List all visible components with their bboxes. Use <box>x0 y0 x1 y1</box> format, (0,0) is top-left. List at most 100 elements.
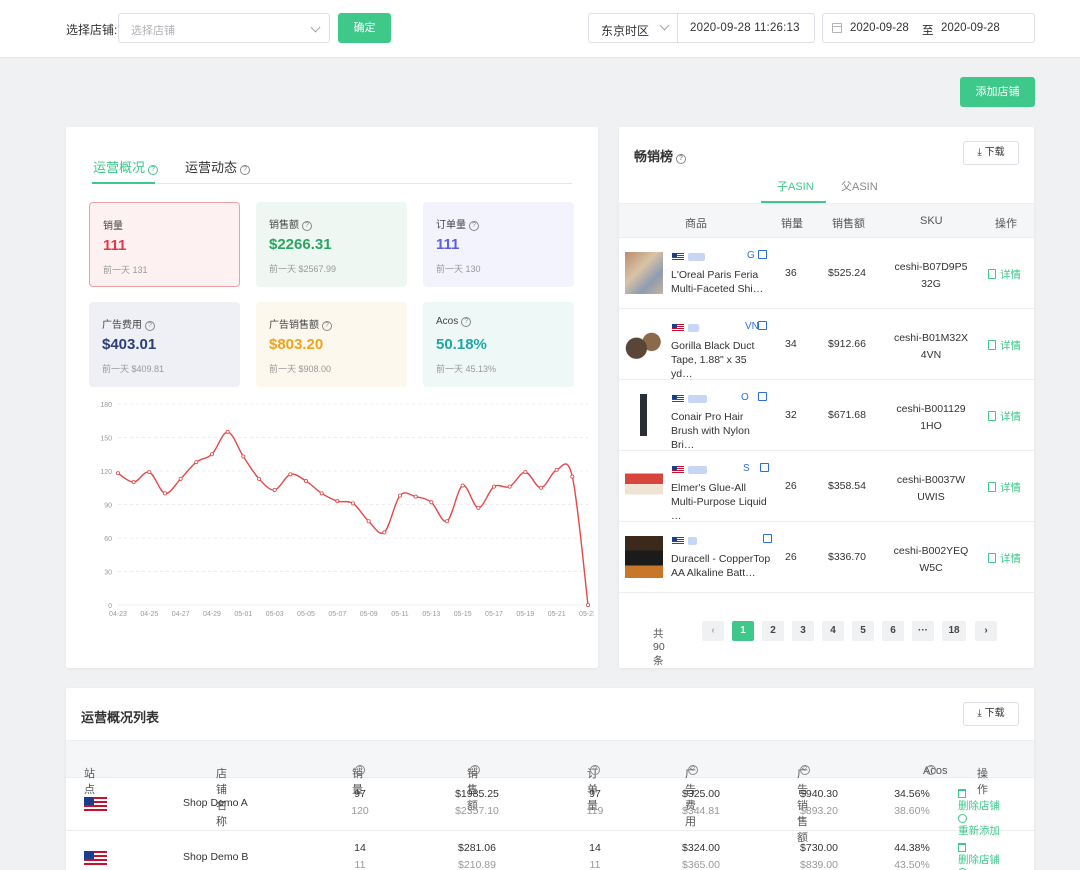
product-sku: ceshi-B001129 1HO <box>896 403 966 432</box>
page-button[interactable]: 5 <box>852 621 874 641</box>
timezone-value: 东京时区 <box>601 24 650 38</box>
page-button[interactable]: 4 <box>822 621 844 641</box>
calendar-icon <box>832 23 842 33</box>
product-qty: 36 <box>785 267 797 279</box>
x-tick-label: 05-13 <box>422 611 440 618</box>
data-point <box>570 474 575 479</box>
x-tick-label: 05-23 <box>579 611 594 618</box>
tab-overview-label: 运营概况 <box>93 160 146 175</box>
previous-value: $210.89 <box>458 859 496 870</box>
product-sales: $671.68 <box>828 409 866 421</box>
data-point <box>382 530 387 535</box>
external-link-icon[interactable] <box>758 250 767 259</box>
add-shop-button[interactable]: 添加店铺 <box>960 77 1035 107</box>
metric-title-text: 订单量 <box>436 220 466 231</box>
metric-card[interactable]: 订单量? 111 前一天 130 <box>423 202 574 287</box>
current-value: $324.00 <box>682 842 720 854</box>
details-link[interactable]: 详情 <box>988 409 1021 424</box>
data-point <box>397 493 402 498</box>
data-point <box>194 460 199 465</box>
product-thumbnail <box>625 465 663 507</box>
data-point <box>272 487 277 492</box>
previous-value: $893.20 <box>800 805 838 817</box>
list-row: Shop Demo A 97 120 $1985.25 $2357.10 97 119 $32… <box>66 778 1034 837</box>
next-page-button[interactable]: › <box>975 621 997 641</box>
x-tick-label: 05-01 <box>234 611 252 618</box>
range-end: 2020-09-28 <box>941 22 1000 34</box>
metric-value: 111 <box>103 237 127 254</box>
details-link[interactable]: 详情 <box>988 267 1021 282</box>
external-link-icon[interactable] <box>763 534 772 543</box>
sales-line-chart: 0 30 60 90 120 150 180 04-23 04-25 04-27 04-29 05-0… <box>100 402 594 618</box>
asin-suffix: G <box>747 250 755 261</box>
metric-title-text: 销售额 <box>269 220 299 231</box>
page-button[interactable]: 2 <box>762 621 784 641</box>
data-point <box>163 491 168 496</box>
page-button[interactable]: 18 <box>942 621 966 641</box>
datetime-display[interactable]: 2020-09-28 11:26:13 <box>678 13 815 43</box>
page-button[interactable]: 6 <box>882 621 904 641</box>
metric-card[interactable]: 广告费用? $403.01 前一天 $409.81 <box>89 302 240 387</box>
y-tick-label: 150 <box>100 436 112 443</box>
details-link[interactable]: 详情 <box>988 338 1021 353</box>
product-thumbnail <box>625 252 663 294</box>
external-link-icon[interactable] <box>758 321 767 330</box>
prev-page-button[interactable]: ‹ <box>702 621 724 641</box>
metric-card[interactable]: Acos? 50.18% 前一天 45.13% <box>423 302 574 387</box>
confirm-button[interactable]: 确定 <box>338 13 391 43</box>
current-value: 34.56% <box>894 788 930 800</box>
bestseller-download-button[interactable]: ⤓ 下载 <box>963 141 1019 165</box>
help-icon: ? <box>469 221 479 231</box>
details-link[interactable]: 详情 <box>988 480 1021 495</box>
list-download-button[interactable]: ⤓ 下载 <box>963 702 1019 726</box>
trash-icon <box>958 789 966 798</box>
previous-value: 119 <box>586 805 604 817</box>
tab-parent-asin[interactable]: 父ASIN <box>841 178 878 194</box>
external-link-icon[interactable] <box>758 392 767 401</box>
tab-activity[interactable]: 运营动态? <box>185 157 251 176</box>
product-thumbnail <box>625 536 663 578</box>
page-button[interactable]: 1 <box>732 621 754 641</box>
tab-overview[interactable]: 运营概况? <box>93 157 159 176</box>
product-sku: ceshi-B0037W UWIS <box>896 474 966 503</box>
metric-card[interactable]: 销量 111 前一天 131 <box>89 202 240 287</box>
data-point <box>241 454 246 459</box>
date-range-picker[interactable]: 2020-09-28 至 2020-09-28 <box>822 13 1035 43</box>
product-qty: 34 <box>785 338 797 350</box>
bestseller-title: 畅销榜? <box>634 146 687 165</box>
current-value: $940.30 <box>800 788 838 800</box>
external-link-icon[interactable] <box>760 463 769 472</box>
data-point <box>256 476 261 481</box>
shop-select[interactable]: 选择店铺 <box>118 13 330 43</box>
help-icon: ? <box>676 154 687 164</box>
page-button[interactable]: 3 <box>792 621 814 641</box>
metric-title-text: 销量 <box>103 221 123 232</box>
details-link[interactable]: 详情 <box>988 551 1021 566</box>
refresh-icon <box>958 814 967 823</box>
y-tick-label: 120 <box>100 469 112 476</box>
product-qty: 26 <box>785 480 797 492</box>
row-actions: 删除店铺重新添加 <box>958 843 1000 870</box>
bestseller-row: VN Gorilla Black Duct Tape, 1.88" x 35 yd… <box>619 309 1034 380</box>
product-sales: $525.24 <box>828 267 866 279</box>
data-point <box>366 519 371 524</box>
delete-shop-label: 删除店铺 <box>958 854 1000 866</box>
metric-title-text: Acos <box>436 316 459 327</box>
product-sku: ceshi-B01M32X 4VN <box>893 332 969 361</box>
previous-value: 38.60% <box>894 805 930 817</box>
previous-value: 11 <box>354 859 366 870</box>
metric-title-text: 广告费用 <box>102 320 142 331</box>
delete-shop-button[interactable]: 删除店铺 <box>958 843 1000 868</box>
delete-shop-button[interactable]: 删除店铺 <box>958 789 1000 814</box>
data-point <box>131 480 136 485</box>
tab-child-asin[interactable]: 子ASIN <box>777 178 814 194</box>
overview-tabs: 运营概况? 运营动态? <box>92 157 572 184</box>
overview-card: 运营概况? 运营动态? 销量 111 前一天 131 销售额? $2266.31 前一天 … <box>66 127 598 668</box>
metric-card[interactable]: 销售额? $2266.31 前一天 $2567.99 <box>256 202 407 287</box>
document-icon <box>988 553 996 563</box>
page-button[interactable]: ··· <box>912 621 934 641</box>
metric-card[interactable]: 广告销售额? $803.20 前一天 $908.00 <box>256 302 407 387</box>
metric-previous: 前一天 $908.00 <box>269 364 332 374</box>
metric-title: 订单量? <box>436 216 479 231</box>
timezone-select[interactable]: 东京时区 <box>588 13 678 43</box>
